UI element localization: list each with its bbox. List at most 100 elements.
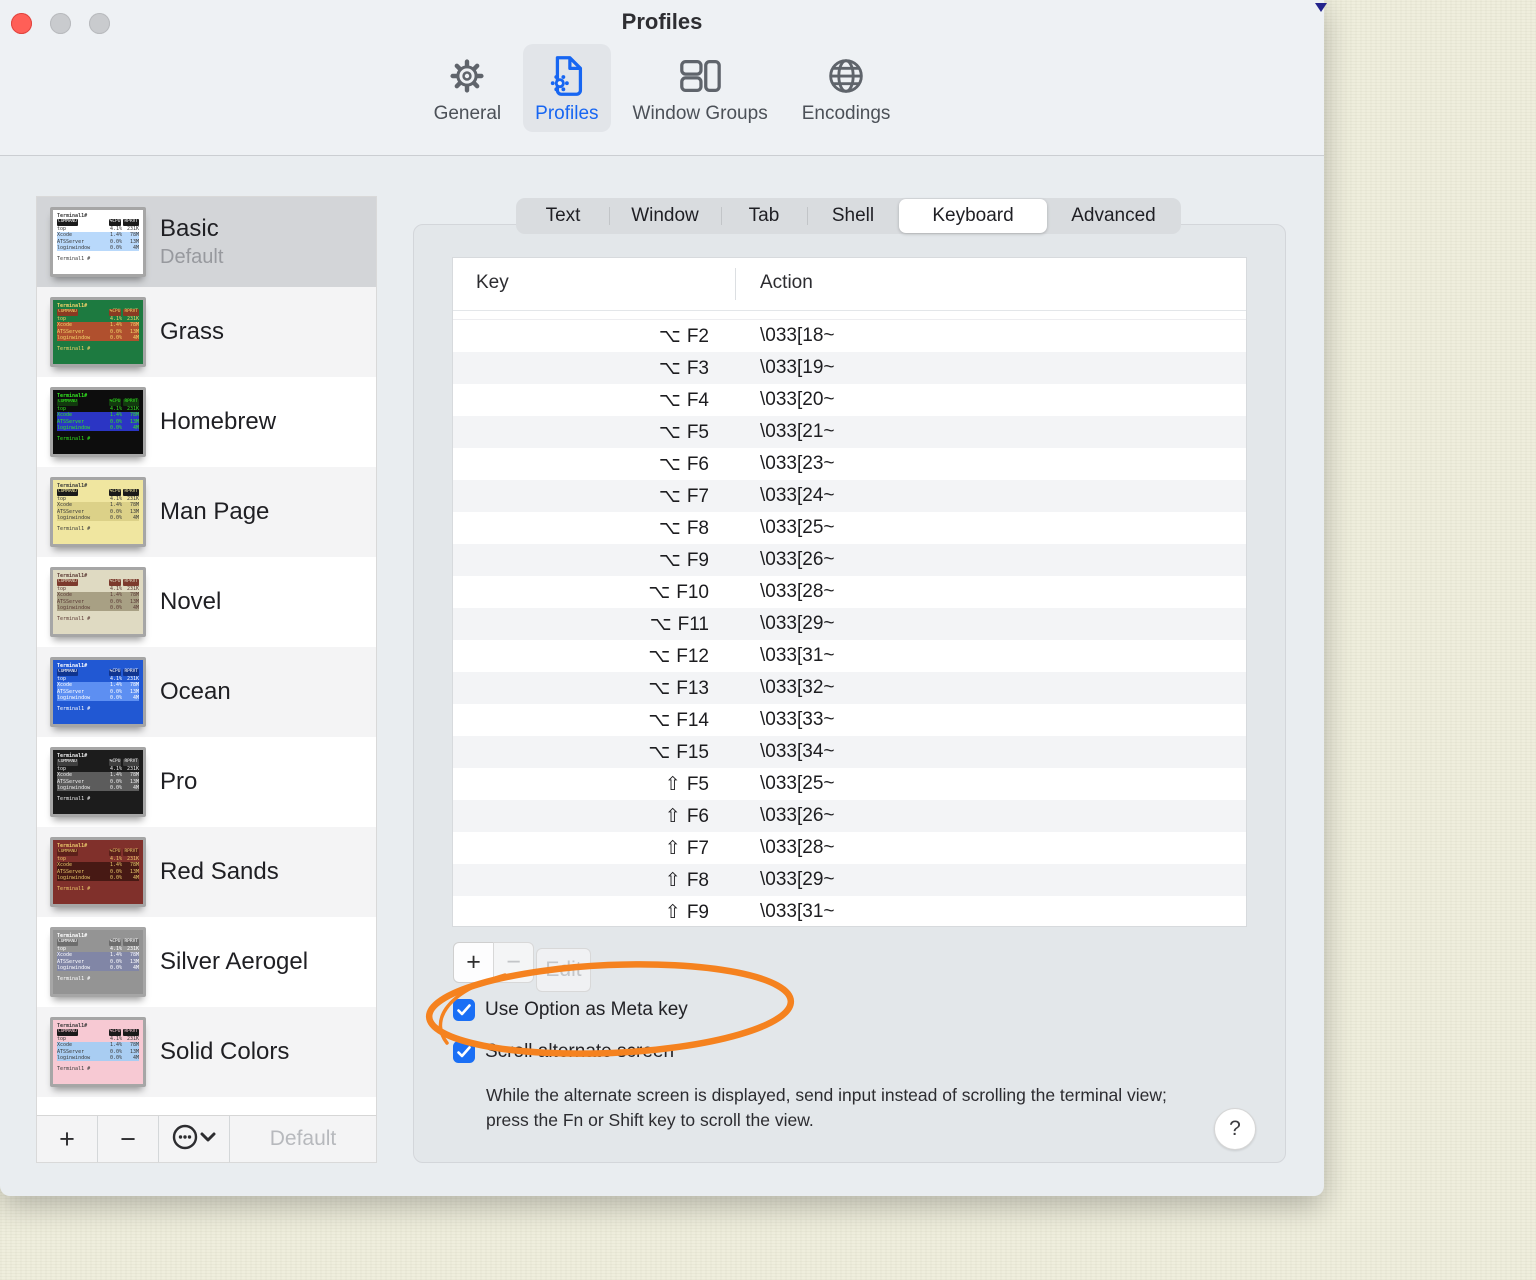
checkbox-label: Use Option as Meta key <box>485 999 688 1020</box>
keybinding-key: ⇧ F5 <box>664 772 709 795</box>
titlebar: Profiles General Profiles Window Groups <box>0 0 1324 156</box>
keybinding-row[interactable]: ⌥ F14 \033[33~ <box>453 704 1246 736</box>
keybinding-action: \033[33~ <box>760 709 835 730</box>
option-modifier-icon: ⌥ <box>648 580 671 603</box>
keybinding-action: \033[31~ <box>760 901 835 922</box>
keybinding-row[interactable]: ⇧ F9 \033[31~ <box>453 896 1246 926</box>
keybinding-row[interactable]: ⌥ F12 \033[31~ <box>453 640 1246 672</box>
column-header-key[interactable]: Key <box>476 272 509 294</box>
keybindings-table: Key Action ⌥ F2 \033[18~ ⌥ F3 \033[19~ ⌥ F4… <box>452 257 1247 927</box>
checkbox-label: Scroll alternate screen <box>485 1041 675 1062</box>
keybinding-key: ⇧ F9 <box>664 900 709 923</box>
option-modifier-icon: ⌥ <box>658 452 681 475</box>
settings-tab-bar: Text Window Tab Shell Keyboard Advanced <box>516 198 1181 234</box>
remove-keybinding-button[interactable]: − <box>493 942 534 983</box>
set-default-button[interactable]: Default <box>230 1116 376 1162</box>
keybinding-action: \033[18~ <box>760 325 835 346</box>
profile-name: Novel <box>160 588 222 615</box>
profile-name: Homebrew <box>160 408 277 435</box>
option-modifier-icon: ⌥ <box>658 388 681 411</box>
scroll-alternate-help-text: While the alternate screen is displayed,… <box>486 1085 1167 1131</box>
keybinding-row[interactable]: ⇧ F8 \033[29~ <box>453 864 1246 896</box>
profile-row-novel[interactable]: Terminal1# COMMAND %CPU RPRVT top 4.1% 231… <box>37 557 376 647</box>
keybinding-row[interactable]: ⌥ F11 \033[29~ <box>453 608 1246 640</box>
column-header-action[interactable]: Action <box>760 272 813 294</box>
toolbar-item-profiles[interactable]: Profiles <box>523 44 611 132</box>
keybinding-row[interactable]: ⌥ F7 \033[24~ <box>453 480 1246 512</box>
profile-row-ocean[interactable]: Terminal1# COMMAND %CPU RPRVT top 4.1% 231… <box>37 647 376 737</box>
tab-window[interactable]: Window <box>609 199 721 233</box>
profile-action-menu-button[interactable] <box>159 1116 230 1162</box>
keybinding-row[interactable]: ⌥ F15 \033[34~ <box>453 736 1246 768</box>
keybinding-key: ⌥ F14 <box>648 708 709 731</box>
option-row-use-option-as-meta-key: Use Option as Meta key <box>453 999 688 1021</box>
keybinding-row[interactable]: ⌥ F3 \033[19~ <box>453 352 1246 384</box>
tab-text[interactable]: Text <box>517 199 609 233</box>
keybinding-row[interactable]: ⌥ F2 \033[18~ <box>453 320 1246 352</box>
profile-row-silver-aerogel[interactable]: Terminal1# COMMAND %CPU RPRVT top 4.1% 231… <box>37 917 376 1007</box>
option-modifier-icon: ⌥ <box>648 644 671 667</box>
tab-advanced[interactable]: Advanced <box>1047 199 1180 233</box>
profile-row-man-page[interactable]: Terminal1# COMMAND %CPU RPRVT top 4.1% 231… <box>37 467 376 557</box>
keybinding-action: \033[20~ <box>760 389 835 410</box>
toolbar-item-label: Window Groups <box>632 103 768 124</box>
tab-shell[interactable]: Shell <box>807 199 899 233</box>
keybinding-row[interactable]: ⇧ F5 \033[25~ <box>453 768 1246 800</box>
keybinding-row[interactable]: ⇧ F7 \033[28~ <box>453 832 1246 864</box>
shift-modifier-icon: ⇧ <box>664 836 681 859</box>
keybinding-row[interactable]: ⌥ F13 \033[32~ <box>453 672 1246 704</box>
profile-thumbnail: Terminal1# COMMAND %CPU RPRVT top 4.1% 231… <box>50 207 146 277</box>
option-modifier-icon: ⌥ <box>648 708 671 731</box>
profile-thumbnail: Terminal1# COMMAND %CPU RPRVT top 4.1% 231… <box>50 927 146 997</box>
tab-tab[interactable]: Tab <box>721 199 807 233</box>
profile-row-solid-colors[interactable]: Terminal1# COMMAND %CPU RPRVT top 4.1% 231… <box>37 1007 376 1097</box>
edit-keybinding-button[interactable]: Edit <box>536 948 591 992</box>
desktop-background: Profiles General Profiles Window Groups <box>0 0 1536 1280</box>
keybinding-action: \033[28~ <box>760 837 835 858</box>
option-modifier-icon: ⌥ <box>658 356 681 379</box>
keybinding-row[interactable]: ⇧ F6 \033[26~ <box>453 800 1246 832</box>
ellipsis-menu-icon <box>171 1124 217 1155</box>
profile-row-pro[interactable]: Terminal1# COMMAND %CPU RPRVT top 4.1% 231… <box>37 737 376 827</box>
keybinding-row[interactable]: ⌥ F10 \033[28~ <box>453 576 1246 608</box>
checkbox[interactable] <box>453 1041 475 1063</box>
toolbar-item-encodings[interactable]: Encodings <box>790 44 903 132</box>
keybinding-row[interactable]: ⌥ F5 \033[21~ <box>453 416 1246 448</box>
keybinding-key: ⌥ F7 <box>658 484 709 507</box>
toolbar-item-window-groups[interactable]: Window Groups <box>621 44 780 132</box>
profile-thumbnail: Terminal1# COMMAND %CPU RPRVT top 4.1% 231… <box>50 477 146 547</box>
keybinding-action: \033[26~ <box>760 549 835 570</box>
toolbar-item-general[interactable]: General <box>422 44 514 132</box>
profile-row-red-sands[interactable]: Terminal1# COMMAND %CPU RPRVT top 4.1% 231… <box>37 827 376 917</box>
option-row-scroll-alternate-screen: Scroll alternate screen <box>453 1041 674 1063</box>
add-keybinding-button[interactable]: + <box>453 942 494 983</box>
profile-row-basic[interactable]: Terminal1# COMMAND %CPU RPRVT top 4.1% 231… <box>37 197 376 287</box>
keybinding-action: \033[23~ <box>760 453 835 474</box>
toolbar-item-label: General <box>433 103 502 124</box>
keybinding-row[interactable]: ⌥ F9 \033[26~ <box>453 544 1246 576</box>
keybinding-key: ⌥ F10 <box>648 580 709 603</box>
profile-thumbnail: Terminal1# COMMAND %CPU RPRVT top 4.1% 231… <box>50 297 146 367</box>
profile-subtitle: Default <box>160 246 224 268</box>
keybinding-key: ⇧ F8 <box>664 868 709 891</box>
profile-row-grass[interactable]: Terminal1# COMMAND %CPU RPRVT top 4.1% 231… <box>37 287 376 377</box>
profile-row-homebrew[interactable]: Terminal1# COMMAND %CPU RPRVT top 4.1% 231… <box>37 377 376 467</box>
keybinding-action: \033[34~ <box>760 741 835 762</box>
keybinding-action: \033[26~ <box>760 805 835 826</box>
shift-modifier-icon: ⇧ <box>664 900 681 923</box>
help-button[interactable]: ? <box>1214 1108 1256 1150</box>
keybinding-row[interactable]: ⌥ F6 \033[23~ <box>453 448 1246 480</box>
remove-profile-button[interactable]: − <box>98 1116 159 1162</box>
checkbox[interactable] <box>453 999 475 1021</box>
profile-name: Red Sands <box>160 858 279 885</box>
profile-rows[interactable]: Terminal1# COMMAND %CPU RPRVT top 4.1% 231… <box>37 197 376 1116</box>
profile-name: Pro <box>160 768 198 795</box>
keybinding-key: ⌥ F15 <box>648 740 709 763</box>
keybinding-key: ⌥ F3 <box>658 356 709 379</box>
add-profile-button[interactable]: + <box>37 1116 98 1162</box>
tab-keyboard[interactable]: Keyboard <box>899 199 1047 233</box>
keybinding-row[interactable]: ⌥ F8 \033[25~ <box>453 512 1246 544</box>
keybinding-row[interactable]: ⌥ F4 \033[20~ <box>453 384 1246 416</box>
keybindings-table-body[interactable]: ⌥ F2 \033[18~ ⌥ F3 \033[19~ ⌥ F4 \033[20~ ⌥… <box>453 311 1246 926</box>
option-modifier-icon: ⌥ <box>658 516 681 539</box>
